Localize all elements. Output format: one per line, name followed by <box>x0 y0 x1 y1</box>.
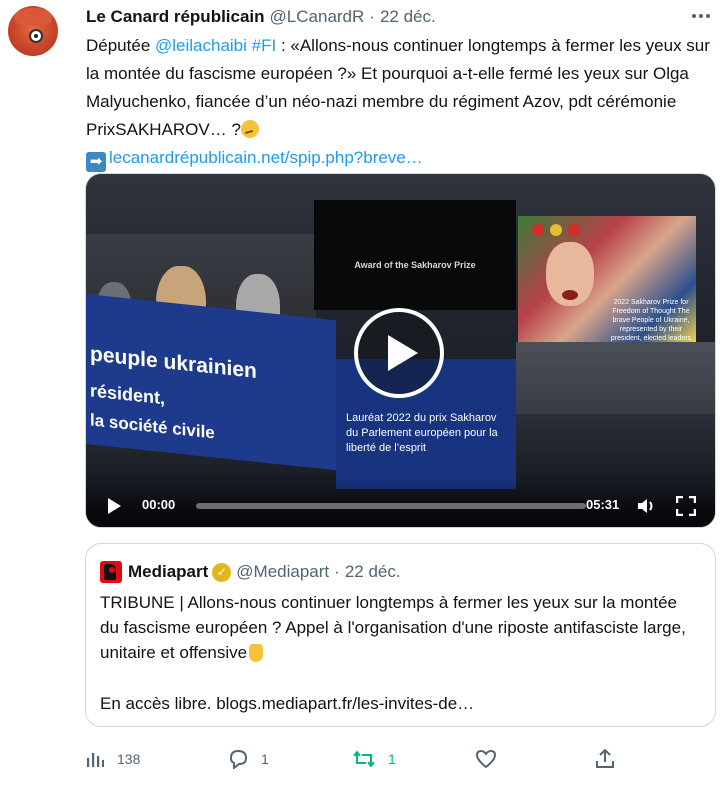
quoted-date: 22 déc. <box>344 562 401 581</box>
quoted-separator: · <box>334 562 340 581</box>
video-screen-right: 2022 Sakharov Prize for Freedom of Thoug… <box>518 216 696 351</box>
header-separator: · <box>369 7 375 26</box>
progress-bar[interactable] <box>196 503 586 509</box>
flower-decoration <box>550 224 562 236</box>
tweet-date[interactable]: 22 déc. <box>380 7 436 27</box>
heart-icon <box>475 749 497 769</box>
flower-decoration <box>532 224 544 236</box>
play-icon <box>388 335 418 371</box>
quoted-author-name: Mediapart <box>128 562 209 581</box>
like-action[interactable] <box>475 744 497 774</box>
mediapart-logo-icon <box>100 561 122 583</box>
video-duration: 05:31 <box>586 497 620 512</box>
author-avatar[interactable] <box>8 6 58 56</box>
tweet-actions: 138 1 1 <box>85 744 716 774</box>
gold-verified-badge-icon: ✓ <box>212 562 232 582</box>
retweet-count: 1 <box>388 751 396 767</box>
video-screen-main: Award of the Sakharov Prize <box>314 200 516 310</box>
retweet-icon <box>353 750 375 768</box>
author-handle[interactable]: @LCanardR <box>270 7 365 27</box>
flower-decoration <box>568 224 580 236</box>
screen-title: Award of the Sakharov Prize <box>354 260 476 270</box>
quoted-tweet[interactable]: Mediapart ✓ @Mediapart · 22 déc. TRIBUNE… <box>85 543 716 727</box>
analytics-icon <box>87 753 104 767</box>
video-player[interactable]: Award of the Sakharov Prize 2022 Sakharo… <box>85 173 716 528</box>
play-icon[interactable] <box>108 498 121 514</box>
quoted-header: Mediapart ✓ @Mediapart · 22 déc. <box>100 560 401 584</box>
quoted-text-body: TRIBUNE | Allons-nous continuer longtemp… <box>100 593 686 662</box>
reply-action[interactable]: 1 <box>227 744 269 774</box>
banner-line: peuple ukrainien <box>90 342 257 383</box>
pointing-down-emoji-icon <box>249 644 264 662</box>
reply-icon <box>229 749 248 769</box>
views-action[interactable]: 138 <box>85 744 140 774</box>
author-name[interactable]: Le Canard républicain <box>86 7 265 27</box>
woman-mouth <box>562 290 578 300</box>
banner-line: la société civile <box>90 410 215 443</box>
avatar-tuft <box>14 8 52 26</box>
reply-count: 1 <box>261 751 269 767</box>
right-arrow-emoji-icon: ➡ <box>86 152 106 172</box>
retweet-action[interactable]: 1 <box>352 744 396 774</box>
volume-icon[interactable] <box>636 496 658 516</box>
more-horizontal-icon[interactable] <box>688 5 714 27</box>
quoted-handle: @Mediapart <box>236 562 330 581</box>
mention-link[interactable]: @leilachaibi <box>155 36 247 55</box>
video-banner-left: peuple ukrainien résident, la société ci… <box>86 294 336 471</box>
current-time: 00:00 <box>142 497 176 512</box>
fullscreen-icon[interactable] <box>675 495 697 517</box>
tweet-header: Le Canard républicain @LCanardR · 22 déc… <box>86 6 436 28</box>
video-controls: 00:00 05:31 <box>86 479 715 527</box>
tweet-text: Députée @leilachaibi #FI : «Allons-nous … <box>86 32 716 172</box>
external-link[interactable]: lecanardrépublicain.net/spip.php?breve… <box>109 148 423 167</box>
quoted-link-line: En accès libre. blogs.mediapart.fr/les-i… <box>100 694 475 713</box>
tweet[interactable]: Le Canard républicain @LCanardR · 22 déc… <box>0 0 728 787</box>
banner-line: résident, <box>90 380 166 409</box>
play-overlay-button[interactable] <box>354 308 444 398</box>
text-part: Députée <box>86 36 155 55</box>
quoted-text: TRIBUNE | Allons-nous continuer longtemp… <box>100 590 700 665</box>
avatar-eye <box>29 29 43 43</box>
share-icon <box>596 749 614 768</box>
views-count: 138 <box>117 751 141 767</box>
share-action[interactable] <box>595 744 615 774</box>
thinking-face-emoji-icon <box>240 120 259 138</box>
banner-right-text: Lauréat 2022 du prix Sakharov du Parleme… <box>346 412 498 454</box>
hashtag-link[interactable]: #FI <box>252 36 277 55</box>
